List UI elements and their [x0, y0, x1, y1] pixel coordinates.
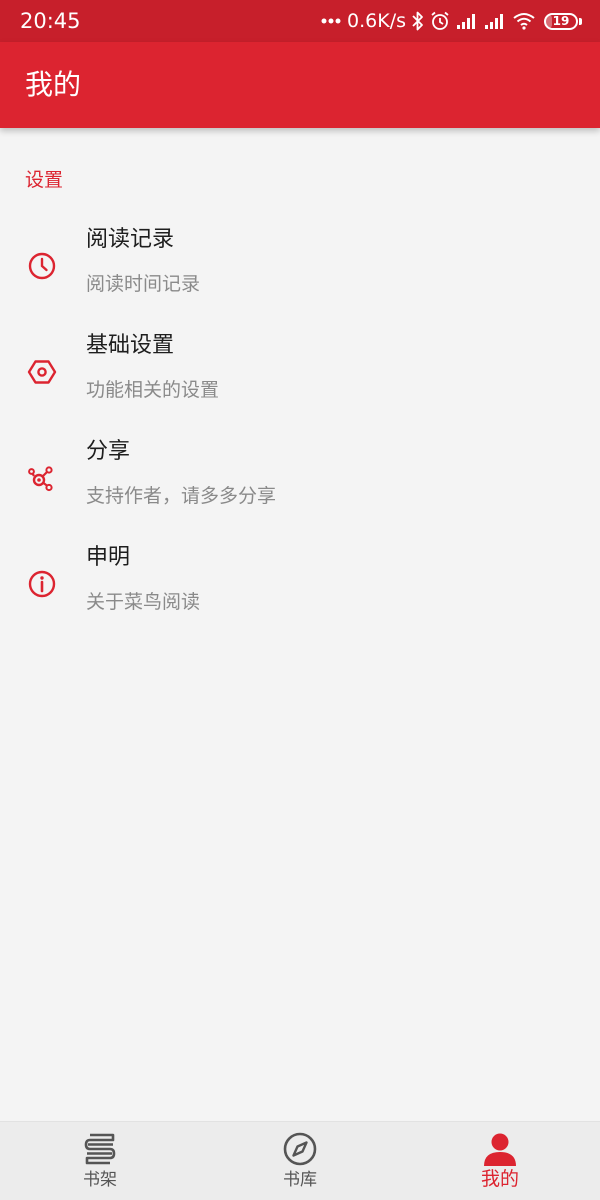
settings-item-statement[interactable]: 申明 关于菜鸟阅读 — [0, 538, 600, 643]
signal-icon — [485, 14, 503, 29]
section-header-settings: 设置 — [25, 169, 64, 191]
wifi-icon — [513, 13, 535, 30]
item-title: 基础设置 — [86, 333, 175, 358]
battery-level-text: 19 — [552, 13, 570, 28]
settings-item-basic-settings[interactable]: 基础设置 功能相关的设置 — [0, 326, 600, 431]
item-subtitle: 功能相关的设置 — [86, 379, 220, 401]
info-icon — [28, 570, 56, 598]
compass-icon — [283, 1132, 317, 1166]
status-time: 20:45 — [20, 9, 81, 33]
network-speed: 0.6K/s — [347, 10, 406, 32]
tab-bookshelf[interactable]: 书架 — [0, 1122, 200, 1200]
tab-label: 我的 — [480, 1168, 519, 1190]
battery-tip — [579, 17, 582, 25]
share-icon — [28, 466, 53, 492]
status-bar: 20:45 0.6K/s 19 — [0, 0, 600, 42]
status-indicators: 0.6K/s 19 — [321, 8, 582, 34]
more-dots-icon — [321, 18, 341, 24]
item-title: 阅读记录 — [86, 227, 175, 252]
item-title: 分享 — [86, 439, 131, 464]
signal-icon — [457, 14, 475, 29]
bottom-navigation: 书架 书库 我的 — [0, 1121, 600, 1200]
settings-item-reading-history[interactable]: 阅读记录 阅读时间记录 — [0, 220, 600, 325]
tab-label: 书库 — [283, 1170, 317, 1190]
item-title: 申明 — [86, 545, 131, 570]
person-icon — [484, 1133, 516, 1166]
app-bar: 我的 — [0, 42, 600, 128]
bluetooth-icon — [412, 11, 423, 31]
tab-label: 书架 — [83, 1170, 117, 1190]
clock-icon — [28, 252, 56, 280]
page-title: 我的 — [25, 68, 82, 101]
tab-library[interactable]: 书库 — [200, 1122, 400, 1200]
settings-item-share[interactable]: 分享 支持作者，请多多分享 — [0, 432, 600, 537]
item-subtitle: 支持作者，请多多分享 — [86, 485, 277, 507]
alarm-icon — [431, 11, 449, 30]
screen: 20:45 0.6K/s 19 我的 设置 阅读记录 阅读时间记录 基础设置 功… — [0, 0, 600, 1200]
battery-icon: 19 — [544, 12, 578, 30]
bookshelf-icon — [84, 1133, 116, 1165]
item-subtitle: 关于菜鸟阅读 — [86, 591, 201, 613]
item-subtitle: 阅读时间记录 — [86, 273, 201, 295]
settings-content: 设置 阅读记录 阅读时间记录 基础设置 功能相关的设置 分享 支持作者，请多多分… — [0, 128, 600, 1121]
tab-mine[interactable]: 我的 — [400, 1122, 600, 1200]
hexagon-nut-icon — [27, 360, 57, 384]
